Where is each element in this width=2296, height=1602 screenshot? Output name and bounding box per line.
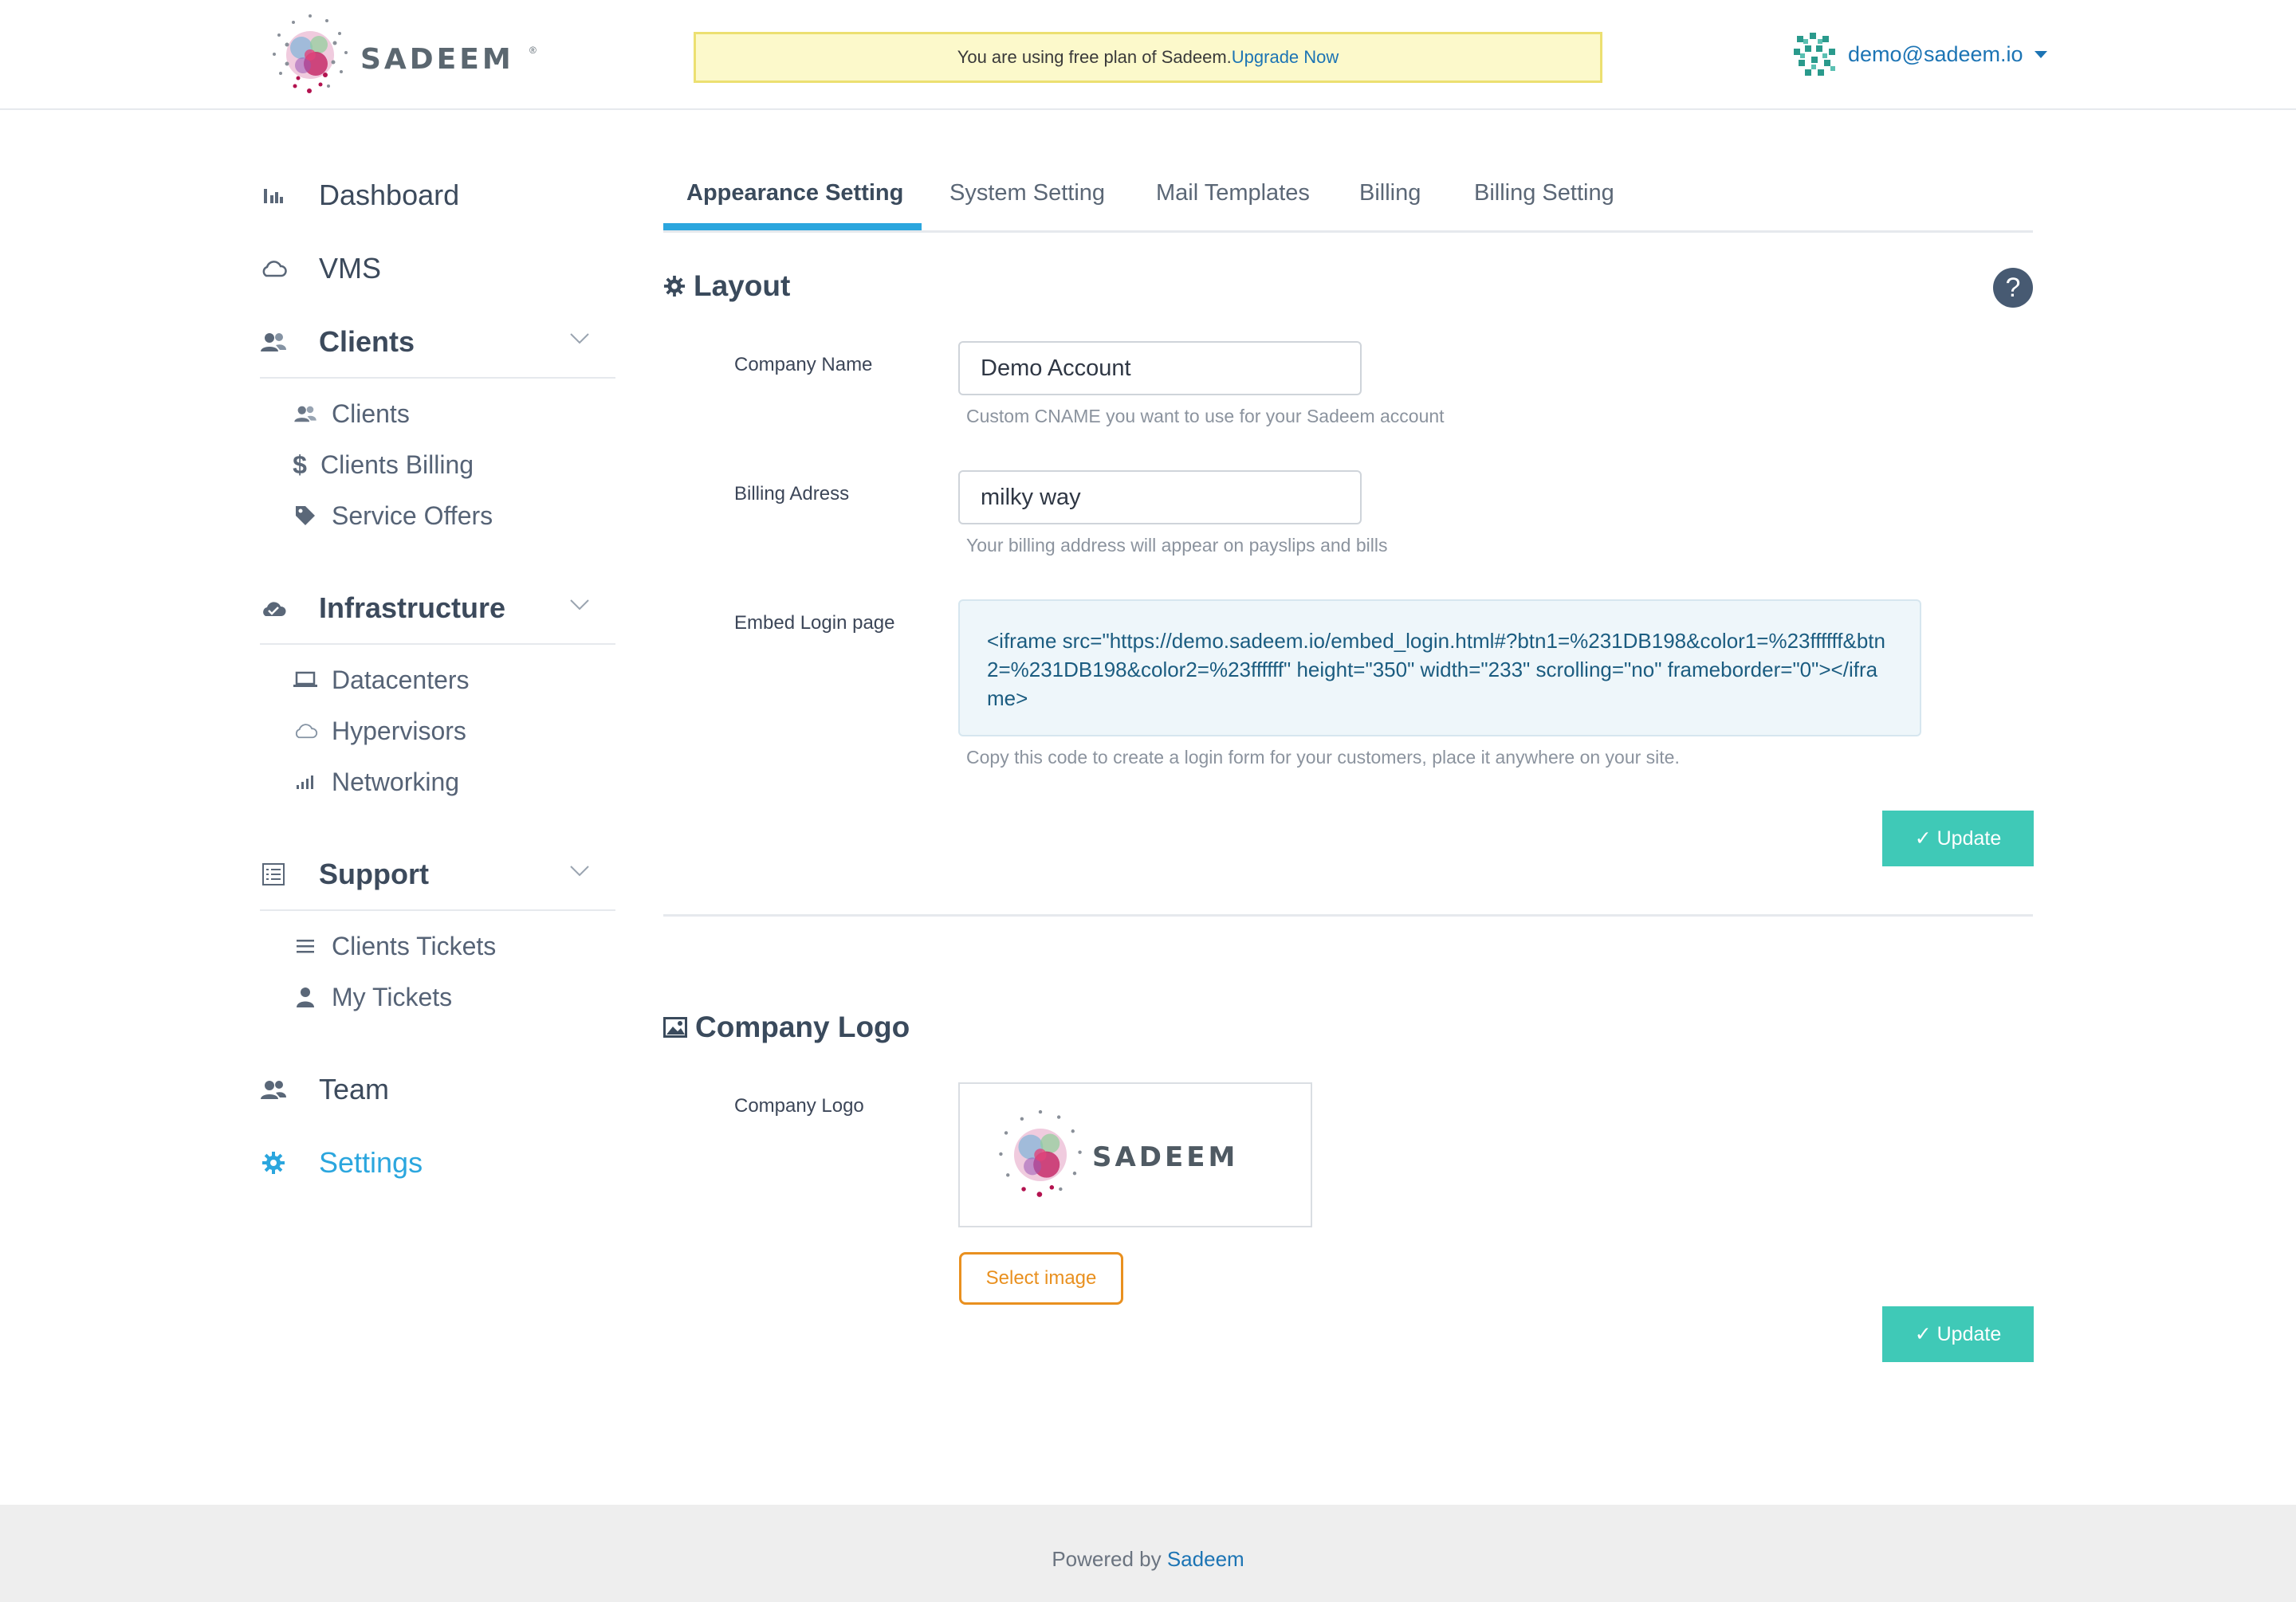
- embed-login-help: Copy this code to create a login form fo…: [966, 747, 1680, 768]
- cloud-icon: [292, 722, 319, 740]
- sidebar-item-label: Settings: [319, 1146, 423, 1179]
- chevron-down-icon: [570, 866, 589, 877]
- company-name-label: Company Name: [734, 354, 873, 375]
- chevron-down-icon: [570, 333, 589, 344]
- logo-update-button[interactable]: ✓ Update: [1882, 1306, 2034, 1362]
- company-logo-label: Company Logo: [734, 1095, 864, 1117]
- sidebar-item-label: Datacenters: [332, 665, 470, 694]
- section-divider: [663, 914, 2033, 917]
- sidebar-item-service-offers[interactable]: Service Offers: [292, 496, 493, 536]
- list-icon: [260, 861, 287, 888]
- sidebar-item-infrastructure[interactable]: Infrastructure: [260, 584, 615, 632]
- company-logo-section-title: Company Logo: [663, 1011, 910, 1044]
- divider: [260, 643, 615, 645]
- sidebar-item-label: My Tickets: [332, 982, 453, 1011]
- divider: [260, 909, 615, 911]
- sidebar-item-vms[interactable]: VMS: [260, 245, 615, 293]
- lines-icon: [292, 939, 319, 953]
- billing-address-input[interactable]: [958, 470, 1362, 524]
- chevron-down-icon: [570, 599, 589, 611]
- sadeem-logo[interactable]: SADEEM ®: [263, 8, 542, 102]
- sidebar-item-clients-billing[interactable]: $ Clients Billing: [292, 445, 474, 485]
- banner-text: You are using free plan of Sadeem.: [957, 47, 1232, 67]
- image-icon: [663, 1017, 687, 1038]
- sidebar-item-label: Support: [319, 858, 429, 890]
- sidebar-item-label: Hypervisors: [332, 716, 466, 745]
- sidebar-item-label: Service Offers: [332, 501, 493, 530]
- tab-mail-templates[interactable]: Mail Templates: [1156, 180, 1310, 206]
- embed-login-label: Embed Login page: [734, 612, 895, 634]
- user-icon: [292, 986, 319, 1008]
- sidebar-item-settings[interactable]: Settings: [260, 1139, 615, 1187]
- user-avatar: [1794, 33, 1835, 76]
- section-title-text: Company Logo: [695, 1011, 910, 1043]
- users-icon: [260, 328, 287, 355]
- chevron-down-icon: [2034, 50, 2047, 58]
- tag-icon: [292, 505, 319, 527]
- help-button[interactable]: ?: [1993, 268, 2033, 308]
- sidebar-item-label: VMS: [319, 252, 382, 285]
- sidebar-item-label: Clients Billing: [320, 450, 474, 479]
- sidebar-item-label: Networking: [332, 767, 460, 796]
- sidebar-item-label: Clients Tickets: [332, 931, 497, 960]
- company-logo-preview: SADEEM: [958, 1082, 1312, 1227]
- tab-system-setting[interactable]: System Setting: [949, 180, 1105, 206]
- billing-address-label: Billing Adress: [734, 483, 850, 505]
- sidebar-item-clients-tickets[interactable]: Clients Tickets: [292, 926, 496, 966]
- users-icon: [292, 404, 319, 423]
- cloud-icon: [260, 255, 287, 282]
- logo-dots-icon: [999, 1109, 1082, 1197]
- sidebar-item-label: Clients: [319, 325, 415, 358]
- settings-tabs: Appearance Setting System Setting Mail T…: [663, 171, 2033, 233]
- select-image-button[interactable]: Select image: [959, 1252, 1123, 1305]
- company-name-input[interactable]: [958, 341, 1362, 395]
- sidebar-item-support[interactable]: Support: [260, 850, 615, 898]
- footer-sadeem-link[interactable]: Sadeem: [1167, 1547, 1244, 1571]
- signal-icon: [292, 774, 319, 790]
- sidebar-item-hypervisors[interactable]: Hypervisors: [292, 711, 466, 751]
- dollar-icon: $: [293, 450, 307, 479]
- footer: Powered by Sadeem: [0, 1505, 2296, 1602]
- layout-section-title: Layout: [663, 269, 790, 303]
- sidebar-item-datacenters[interactable]: Datacenters: [292, 660, 470, 700]
- brand-reg-mark: ®: [529, 45, 537, 56]
- users-icon: [260, 1076, 287, 1103]
- sidebar-item-networking[interactable]: Networking: [292, 762, 459, 802]
- free-plan-banner: You are using free plan of Sadeem.Upgrad…: [694, 32, 1602, 83]
- logo-dots-icon: [273, 14, 348, 93]
- layout-update-button[interactable]: ✓ Update: [1882, 811, 2034, 866]
- billing-address-help: Your billing address will appear on pays…: [966, 535, 1388, 556]
- section-title-text: Layout: [694, 269, 791, 302]
- gear-icon: [260, 1149, 287, 1176]
- sidebar-item-clients[interactable]: Clients: [260, 318, 615, 366]
- sidebar-item-label: Infrastructure: [319, 591, 506, 624]
- cloud-check-icon: [260, 595, 287, 622]
- sidebar-item-my-tickets[interactable]: My Tickets: [292, 977, 452, 1017]
- upgrade-now-link[interactable]: Upgrade Now: [1232, 47, 1339, 67]
- sidebar-item-label: Clients: [332, 399, 410, 428]
- brand-name: SADEEM: [360, 43, 514, 76]
- sidebar-item-label: Team: [319, 1073, 390, 1105]
- tab-appearance-setting[interactable]: Appearance Setting: [686, 180, 903, 206]
- company-name-help: Custom CNAME you want to use for your Sa…: [966, 406, 1445, 426]
- tab-billing-setting[interactable]: Billing Setting: [1474, 180, 1614, 206]
- sidebar-item-clients-list[interactable]: Clients: [292, 394, 410, 434]
- laptop-icon: [292, 671, 319, 689]
- footer-text: Powered by: [1052, 1547, 1167, 1571]
- embed-code-box[interactable]: <iframe src="https://demo.sadeem.io/embe…: [958, 599, 1921, 736]
- sidebar-item-dashboard[interactable]: Dashboard: [260, 171, 615, 219]
- sidebar-item-team[interactable]: Team: [260, 1066, 615, 1113]
- brand-name: SADEEM: [1092, 1141, 1239, 1173]
- top-header: SADEEM ® You are using free plan of Sade…: [0, 0, 2296, 110]
- sidebar-item-label: Dashboard: [319, 179, 460, 211]
- tab-billing[interactable]: Billing: [1359, 180, 1421, 206]
- user-email: demo@sadeem.io: [1848, 41, 2023, 66]
- divider: [260, 377, 615, 379]
- user-menu[interactable]: demo@sadeem.io: [1792, 30, 2047, 78]
- bar-chart-icon: [260, 182, 287, 209]
- gear-icon: [663, 275, 686, 297]
- active-tab-indicator: [663, 223, 922, 230]
